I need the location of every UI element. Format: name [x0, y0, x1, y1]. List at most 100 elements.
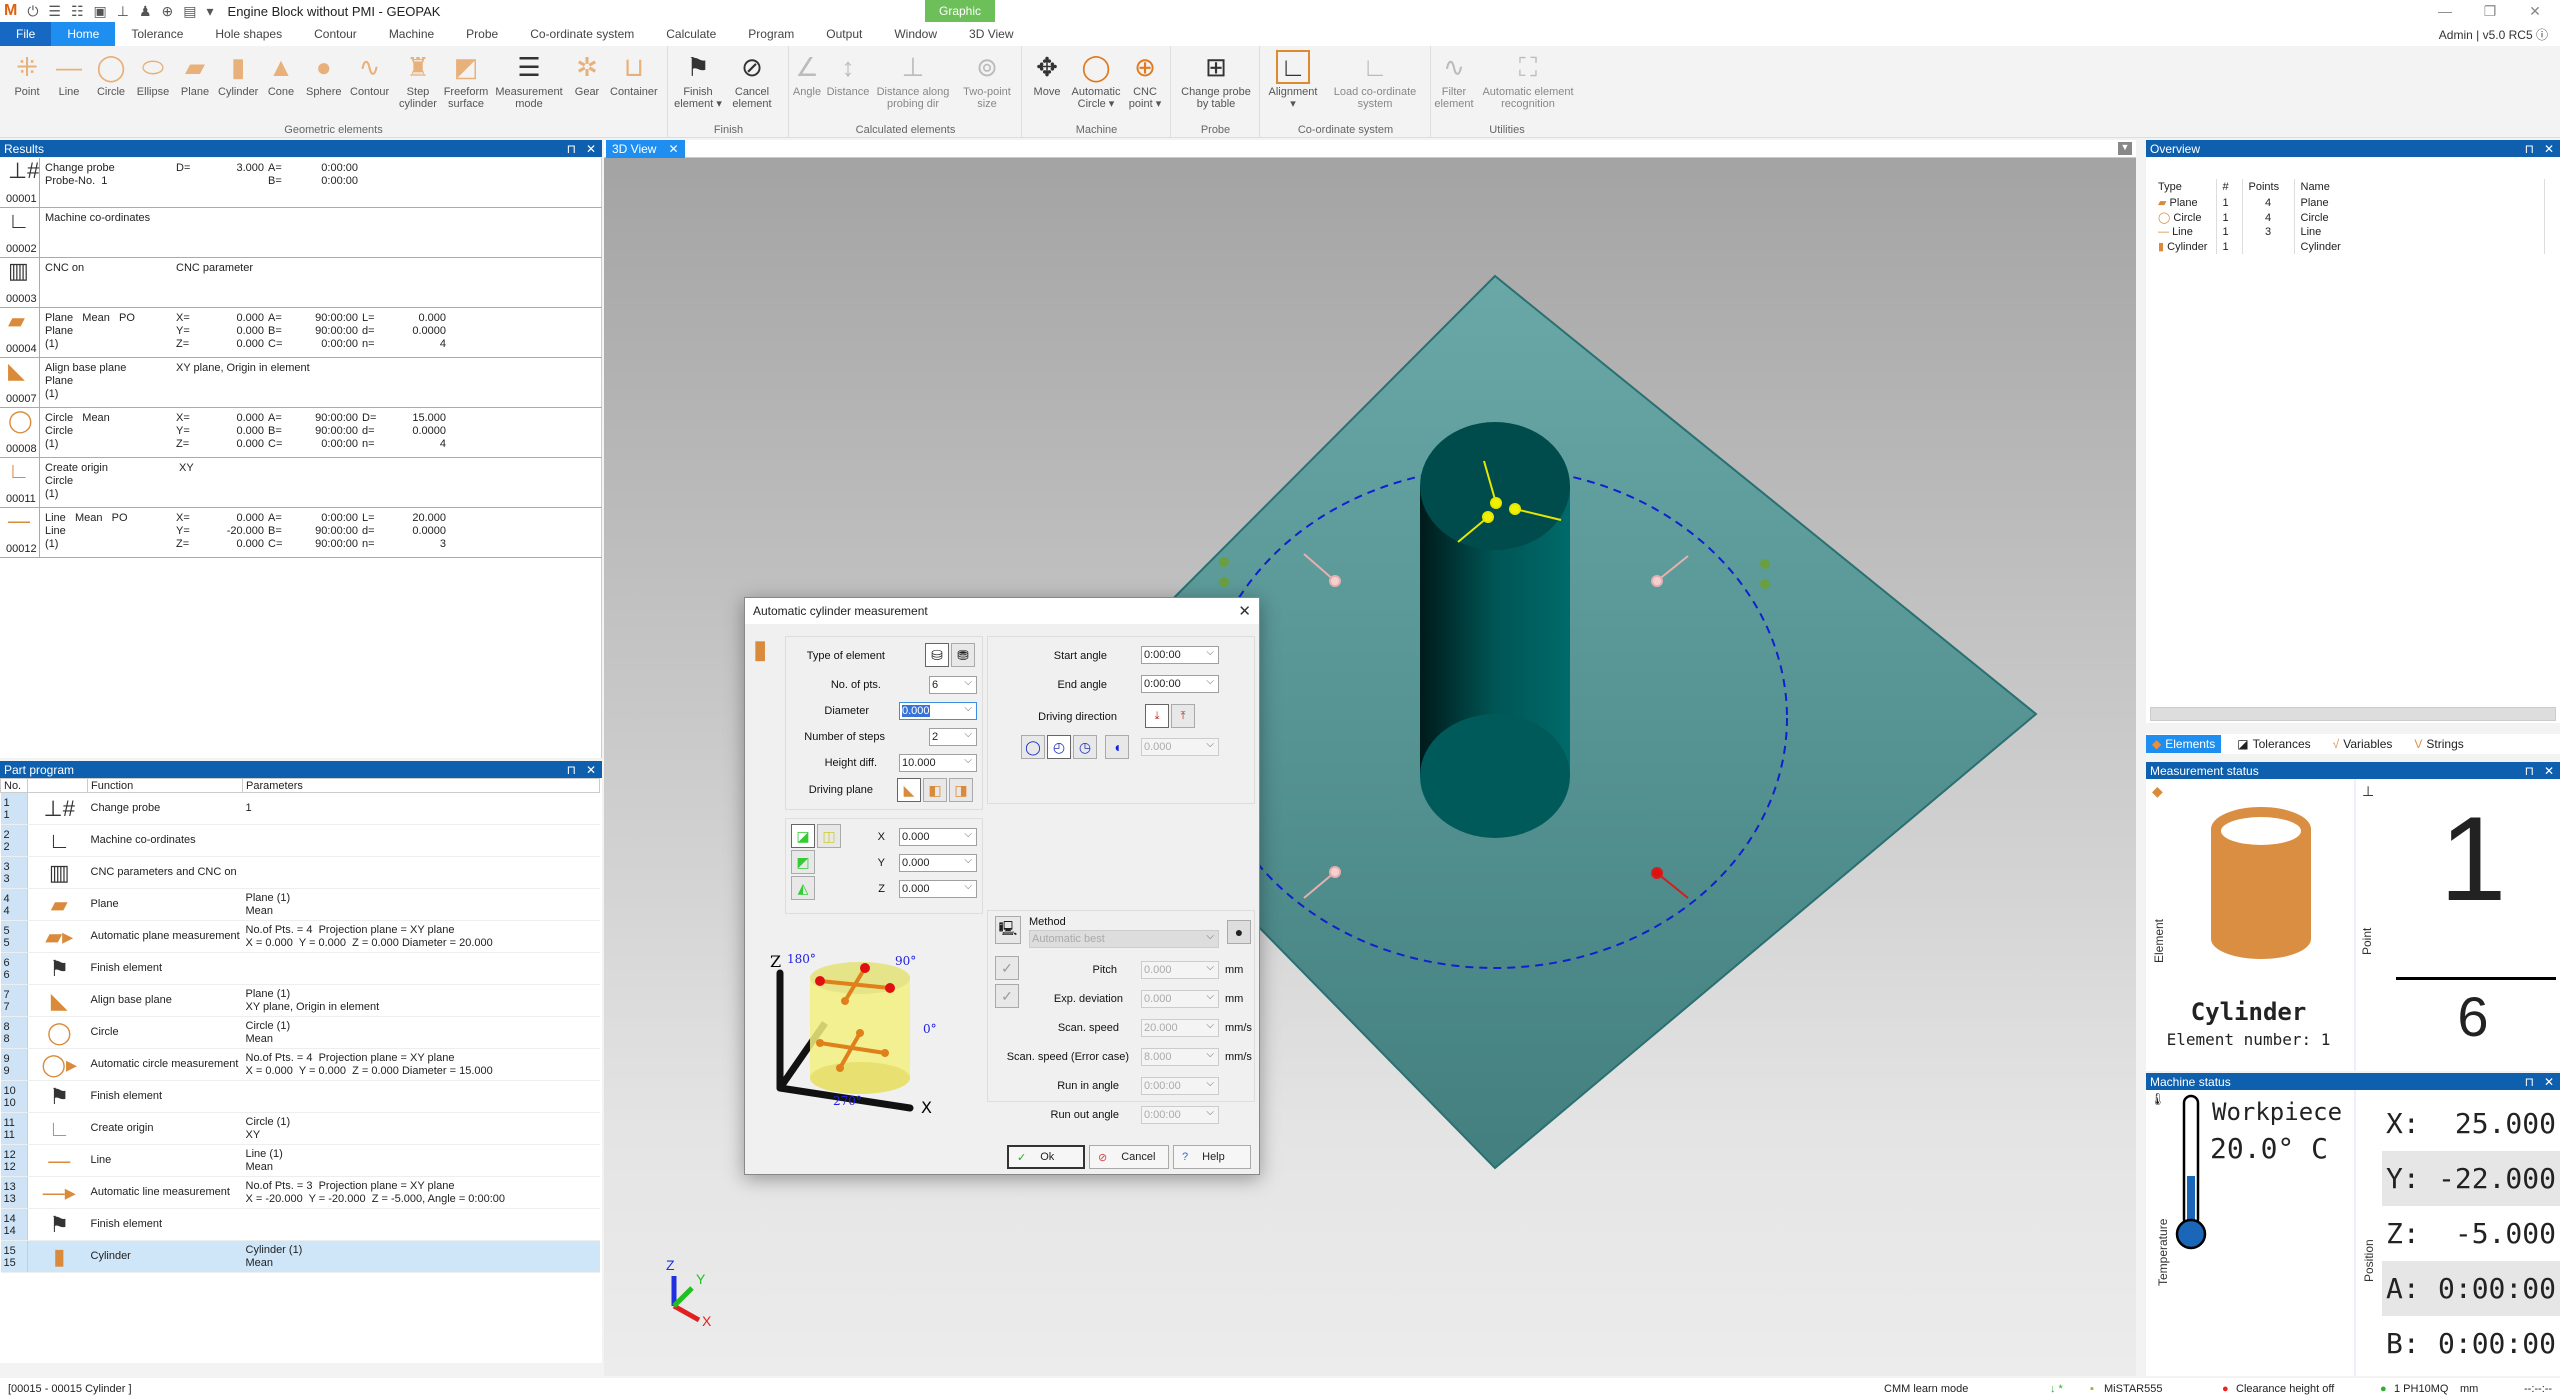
- list-icon[interactable]: ☰: [48, 3, 61, 20]
- tab-window[interactable]: Window: [878, 22, 953, 46]
- pin-icon[interactable]: ⊓: [2525, 1075, 2534, 1089]
- tab-strings[interactable]: V Strings: [2408, 735, 2469, 753]
- run-in-angle-input[interactable]: 0:00:00: [1141, 1077, 1219, 1095]
- coord-mode-3-button[interactable]: ◩: [791, 850, 815, 874]
- tab-3d-view[interactable]: 3D View: [953, 22, 1029, 46]
- probe-table-icon[interactable]: ♟: [139, 3, 152, 20]
- overview-horizontal-scrollbar[interactable]: [2150, 707, 2556, 721]
- program-row[interactable]: 2 2 ∟ Machine co-ordinates: [0, 824, 600, 857]
- no-of-points-select[interactable]: 6: [929, 676, 977, 694]
- cone-button[interactable]: ▲ Cone: [264, 50, 298, 98]
- driving-plane-xz-button[interactable]: ◨: [949, 778, 973, 802]
- close-icon[interactable]: ✕: [586, 763, 596, 777]
- alignment-button[interactable]: ∟ Alignment ▾: [1265, 50, 1321, 110]
- pitch-check[interactable]: ✓: [995, 956, 1019, 980]
- driving-plane-yz-button[interactable]: ◧: [923, 778, 947, 802]
- close-icon[interactable]: ✕: [2544, 1075, 2554, 1089]
- tab-home[interactable]: Home: [51, 22, 116, 46]
- start-angle-input[interactable]: 0:00:00: [1141, 646, 1219, 664]
- method-options-button[interactable]: ●: [1227, 920, 1251, 944]
- tab-machine[interactable]: Machine: [373, 22, 450, 46]
- ok-button[interactable]: ✓ Ok: [1007, 1145, 1085, 1169]
- quick-access-dropdown-icon[interactable]: ▾: [207, 3, 214, 20]
- tab-coordinate-system[interactable]: Co-ordinate system: [514, 22, 650, 46]
- result-row[interactable]: ▰ 00004 Plane Mean PO Plane (1) X= Y= Z= …: [0, 308, 602, 358]
- close-icon[interactable]: ✕: [2544, 142, 2554, 156]
- pin-icon[interactable]: ⊓: [2525, 142, 2534, 156]
- pin-icon[interactable]: ⊓: [2525, 764, 2534, 778]
- distance-button[interactable]: ↕ Distance: [826, 50, 870, 98]
- crosshair-icon[interactable]: ⊕: [162, 3, 174, 20]
- program-row[interactable]: 7 7 ◣ Align base plane Plane (1) XY plan…: [0, 984, 600, 1017]
- distance-along-probing-button[interactable]: ⊥ Distance along probing dir: [872, 50, 954, 110]
- outer-cylinder-toggle[interactable]: ⛃: [951, 643, 975, 667]
- pin-icon[interactable]: ⊓: [567, 142, 576, 156]
- cancel-element-button[interactable]: ⊘ Cancel element: [727, 50, 777, 110]
- clearance-status[interactable]: Clearance height off: [2236, 1383, 2334, 1395]
- coord-mode-4-button[interactable]: ◭: [791, 876, 815, 900]
- circle-button[interactable]: ◯ Circle: [94, 50, 128, 98]
- ellipse-button[interactable]: ⬭ Ellipse: [136, 50, 170, 98]
- driving-plane-xy-button[interactable]: ◣: [897, 778, 921, 802]
- two-point-size-button[interactable]: ⊚ Two-point size: [958, 50, 1016, 110]
- program-row[interactable]: 12 12 — Line Line (1) Mean: [0, 1144, 600, 1177]
- program-row[interactable]: 15 15 ▮ Cylinder Cylinder (1) Mean: [0, 1240, 600, 1273]
- plane-button[interactable]: ▰ Plane: [178, 50, 212, 98]
- height-diff-input[interactable]: 10.000: [899, 754, 977, 772]
- program-row[interactable]: 3 3 ▥ CNC parameters and CNC on: [0, 856, 600, 889]
- program-row[interactable]: 14 14 ⚑ Finish element: [0, 1208, 600, 1241]
- run-out-angle-input[interactable]: 0:00:00: [1141, 1106, 1219, 1124]
- automatic-circle-button[interactable]: ◯ Automatic Circle ▾: [1069, 50, 1123, 110]
- result-row[interactable]: ◯ 00008 Circle Mean Circle (1) X= Y= Z= 0…: [0, 408, 602, 458]
- program-row[interactable]: 4 4 ▰ Plane Plane (1) Mean: [0, 888, 600, 921]
- gear-button[interactable]: ✲ Gear: [570, 50, 604, 98]
- inner-cylinder-toggle[interactable]: ⛁: [925, 643, 949, 667]
- drive-down-button[interactable]: ⤓: [1145, 704, 1169, 728]
- finish-element-button[interactable]: ⚑ Finish element ▾: [673, 50, 723, 110]
- restore-button[interactable]: ❐: [2470, 0, 2510, 22]
- dialog-close-button[interactable]: ✕: [1238, 602, 1251, 620]
- overview-row[interactable]: — Line 1 3 Line: [2152, 225, 2545, 239]
- tab-file[interactable]: File: [0, 22, 52, 46]
- move-button[interactable]: ✥ Move: [1027, 50, 1067, 98]
- pitch-input[interactable]: 0.000: [1141, 961, 1219, 979]
- result-row[interactable]: ⊥# 00001 Change probe Probe-No. 1 D= 3.00…: [0, 158, 602, 208]
- measurement-mode-button[interactable]: ☰ Measurement mode: [495, 50, 562, 110]
- overview-row[interactable]: ▰ Plane 1 4 Plane: [2152, 195, 2545, 210]
- end-angle-input[interactable]: 0:00:00: [1141, 675, 1219, 693]
- pin-icon[interactable]: ⊓: [567, 763, 576, 777]
- program-row[interactable]: 13 13 —▸ Automatic line measurement No.o…: [0, 1176, 600, 1209]
- x-input[interactable]: 0.000: [899, 828, 977, 846]
- y-input[interactable]: 0.000: [899, 854, 977, 872]
- exp-deviation-input[interactable]: 0.000: [1141, 990, 1219, 1008]
- change-probe-by-table-button[interactable]: ⊞ Change probe by table: [1176, 50, 1256, 110]
- tab-program[interactable]: Program: [732, 22, 810, 46]
- help-icon[interactable]: ⓘ: [2536, 28, 2548, 42]
- view-dropdown-icon[interactable]: ▼: [2118, 142, 2132, 155]
- program-row[interactable]: 6 6 ⚑ Finish element: [0, 952, 600, 985]
- overview-row[interactable]: ◯ Circle 1 4 Circle: [2152, 210, 2545, 225]
- cancel-button[interactable]: ⊘ Cancel: [1089, 1145, 1169, 1169]
- tab-tolerance[interactable]: Tolerance: [115, 22, 199, 46]
- program-row[interactable]: 11 11 ∟ Create origin Circle (1) XY: [0, 1112, 600, 1145]
- number-of-steps-select[interactable]: 2: [929, 728, 977, 746]
- drive-up-button[interactable]: ⤒: [1171, 704, 1195, 728]
- sphere-button[interactable]: ● Sphere: [306, 50, 341, 98]
- tab-calculate[interactable]: Calculate: [650, 22, 732, 46]
- coord-mode-1-button[interactable]: ◪: [791, 824, 815, 848]
- scan-speed-input[interactable]: 20.000: [1141, 1019, 1219, 1037]
- result-row[interactable]: ◣ 00007 Align base plane Plane (1) XY pla…: [0, 358, 602, 408]
- context-tab-graphic[interactable]: Graphic: [925, 0, 995, 22]
- program-row[interactable]: 8 8 ◯ Circle Circle (1) Mean: [0, 1016, 600, 1049]
- method-select[interactable]: Automatic best: [1029, 930, 1219, 948]
- program-row[interactable]: 9 9 ◯▸ Automatic circle measurement No.o…: [0, 1048, 600, 1081]
- arc-ccw-button[interactable]: ◷: [1073, 735, 1097, 759]
- automatic-element-recognition-button[interactable]: ⛶ Automatic element recognition: [1478, 50, 1578, 110]
- result-row[interactable]: ▥ 00003 CNC on CNC parameter: [0, 258, 602, 308]
- probe-icon[interactable]: ⊥: [117, 3, 129, 20]
- diameter-input[interactable]: 0.000: [899, 702, 977, 720]
- z-input[interactable]: 0.000: [899, 880, 977, 898]
- program-row[interactable]: 5 5 ▰▸ Automatic plane measurement No.of…: [0, 920, 600, 953]
- power-icon[interactable]: ⏻: [27, 3, 38, 20]
- tab-probe[interactable]: Probe: [450, 22, 514, 46]
